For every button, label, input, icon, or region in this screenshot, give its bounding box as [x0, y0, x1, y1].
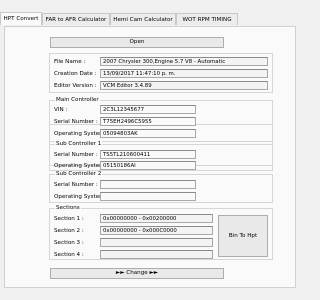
tab-hemi-cam[interactable]: Hemi Cam Calculator — [110, 13, 176, 25]
section-3-label: Section 3 : — [54, 240, 84, 246]
tab-far-to-afr[interactable]: FAR to AFR Calculator — [42, 13, 110, 25]
file-name-field[interactable]: 2007 Chrysler 300,Engine 5.7 V8 - Automa… — [100, 57, 268, 66]
sections-title: Sections — [55, 205, 81, 212]
bin-to-hpt-button[interactable]: Bin To Hpt — [218, 215, 268, 257]
sub1-os-field[interactable]: 05150186AI — [100, 161, 196, 170]
main-panel: Open File Name : 2007 Chrysler 300,Engin… — [4, 26, 296, 288]
sub-controller-2-title: Sub Controller 2 — [55, 171, 103, 178]
main-serial-label: Serial Number : — [54, 119, 98, 125]
creation-date-label: Creation Date : — [54, 71, 97, 77]
sub1-serial-label: Serial Number : — [54, 152, 98, 158]
sub2-os-field[interactable] — [100, 192, 196, 201]
section-1-label: Section 1 : — [54, 216, 84, 222]
sub-controller-1-box: Sub Controller 1 Serial Number : TS5TL21… — [49, 141, 273, 171]
section-4-field[interactable] — [100, 250, 213, 259]
tab-wot-rpm-timing[interactable]: WOT RPM TIMING — [176, 13, 238, 25]
change-button[interactable]: ►► Change ►► — [50, 268, 224, 279]
sub-controller-1-title: Sub Controller 1 — [55, 141, 103, 148]
main-controller-box: Main Controller VIN : 2C3L12345677 Seria… — [49, 97, 273, 142]
file-name-label: File Name : — [54, 59, 86, 65]
vin-label: VIN : — [54, 107, 68, 113]
creation-date-field[interactable]: 13/09/2017 11:47:10 p. m. — [100, 69, 268, 78]
tab-hpt-convert[interactable]: HPT Convert — [0, 12, 42, 25]
section-1-field[interactable]: 0x00000000 - 0x00200000 — [100, 214, 213, 223]
sub2-serial-field[interactable] — [100, 180, 196, 189]
sub1-serial-field[interactable]: TS5TL210600411 — [100, 150, 196, 159]
tab-bar: HPT Convert FAR to AFR Calculator Hemi C… — [0, 12, 300, 25]
main-controller-title: Main Controller — [55, 97, 100, 104]
sub2-serial-label: Serial Number : — [54, 182, 98, 188]
section-2-field[interactable]: 0x00000000 - 0x000C0000 — [100, 226, 213, 235]
sections-box: Sections Section 1 : 0x00000000 - 0x0020… — [49, 205, 273, 260]
main-serial-field[interactable]: T75EH2496C5955 — [100, 117, 196, 126]
section-2-label: Section 2 : — [54, 228, 84, 234]
section-3-field[interactable] — [100, 238, 213, 247]
editor-version-label: Editor Version : — [54, 83, 97, 89]
sub-controller-2-box: Sub Controller 2 Serial Number : Operati… — [49, 171, 273, 203]
open-button[interactable]: Open — [50, 37, 224, 48]
section-4-label: Section 4 : — [54, 252, 84, 258]
main-os-field[interactable]: 05094803AK — [100, 129, 196, 138]
editor-version-field[interactable]: VCM Editor 3.4.89 — [100, 81, 268, 90]
file-info-group: File Name : 2007 Chrysler 300,Engine 5.7… — [49, 53, 273, 93]
vin-field[interactable]: 2C3L12345677 — [100, 105, 196, 114]
